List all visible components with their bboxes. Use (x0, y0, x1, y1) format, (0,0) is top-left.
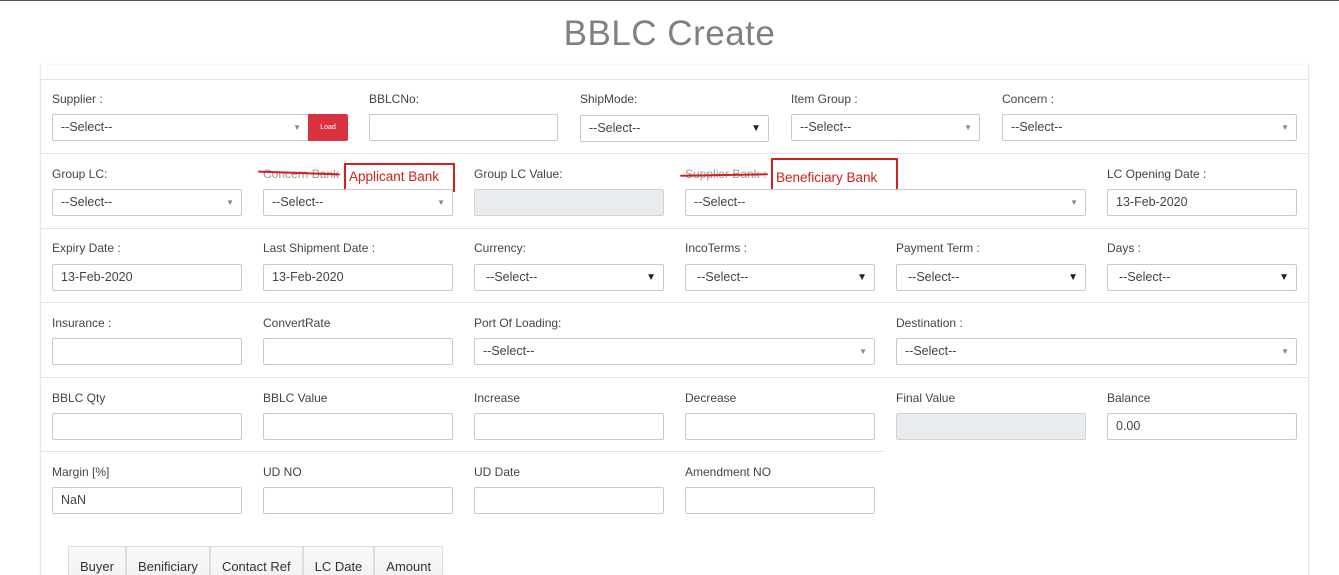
ud-no-input[interactable] (263, 487, 453, 514)
port-of-loading-label: Port Of Loading: (474, 316, 562, 330)
amendment-no-input[interactable] (685, 487, 875, 514)
column-header-amount[interactable]: Amount (374, 546, 444, 575)
dropdown-arrow-icon: ▼ (293, 123, 301, 132)
payment-term-label: Payment Term : (896, 241, 980, 255)
item-group-select[interactable]: --Select-- ▼ (791, 114, 980, 141)
bblc-no-label: BBLCNo: (369, 92, 420, 106)
balance-label: Balance (1107, 391, 1151, 405)
dropdown-arrow-icon: ▼ (857, 272, 867, 283)
concern-select[interactable]: --Select-- ▼ (1002, 114, 1297, 141)
amendment-no-label: Amendment NO (685, 465, 772, 479)
column-header-buyer[interactable]: Buyer (68, 546, 126, 575)
bblc-value-input[interactable] (263, 413, 453, 440)
decrease-input[interactable] (685, 413, 875, 440)
group-lc-label: Group LC: (52, 167, 108, 181)
destination-label: Destination : (896, 316, 963, 330)
column-header-contact-ref[interactable]: Contact Ref (209, 546, 303, 575)
load-button[interactable]: Load (308, 114, 348, 141)
dropdown-arrow-icon: ▼ (437, 198, 445, 207)
margin-label: Margin [%] (52, 465, 110, 479)
column-header-lc-date[interactable]: LC Date (302, 546, 375, 575)
group-lc-value-input[interactable] (474, 189, 664, 216)
item-group-label: Item Group : (791, 92, 858, 106)
incoterms-select[interactable]: --Select-- ▼ (685, 264, 875, 291)
annotation-applicant-bank: Applicant Bank (344, 163, 455, 192)
increase-label: Increase (474, 391, 521, 405)
divider (41, 377, 1308, 378)
margin-input[interactable]: NaN (52, 487, 242, 514)
dropdown-arrow-icon: ▼ (859, 347, 867, 356)
days-label: Days : (1107, 241, 1142, 255)
concern-label: Concern : (1002, 92, 1055, 106)
bblc-no-input[interactable] (369, 114, 558, 141)
lc-opening-date-label: LC Opening Date : (1107, 167, 1207, 181)
bblc-qty-label: BBLC Qty (52, 391, 106, 405)
dropdown-arrow-icon: ▼ (1068, 272, 1078, 283)
payment-term-select[interactable]: --Select-- ▼ (896, 264, 1086, 291)
increase-input[interactable] (474, 413, 664, 440)
ship-mode-select[interactable]: --Select-- ▼ (580, 115, 769, 142)
supplier-select[interactable]: --Select-- ▼ (52, 114, 309, 141)
dropdown-arrow-icon: ▼ (751, 123, 761, 134)
destination-select[interactable]: --Select-- ▼ (896, 338, 1297, 365)
group-lc-select[interactable]: --Select-- ▼ (52, 189, 242, 216)
divider (41, 153, 1308, 154)
bblc-qty-input[interactable] (52, 413, 242, 440)
dropdown-arrow-icon: ▼ (964, 123, 972, 132)
lc-opening-date-input[interactable]: 13-Feb-2020 (1107, 189, 1297, 216)
dropdown-arrow-icon: ▼ (1281, 123, 1289, 132)
supplier-bank-select[interactable]: --Select-- ▼ (685, 189, 1086, 216)
dropdown-arrow-icon: ▼ (1281, 347, 1289, 356)
dropdown-arrow-icon: ▼ (1070, 198, 1078, 207)
insurance-input[interactable] (52, 338, 242, 365)
final-value-label: Final Value (896, 391, 956, 405)
convert-rate-input[interactable] (263, 338, 453, 365)
final-value-input[interactable] (896, 413, 1086, 440)
ud-date-input[interactable] (474, 487, 664, 514)
days-select[interactable]: --Select-- ▼ (1107, 264, 1297, 291)
incoterms-label: IncoTerms : (685, 241, 748, 255)
divider (41, 228, 1308, 229)
currency-select[interactable]: --Select-- ▼ (474, 264, 664, 291)
divider (41, 451, 885, 452)
ud-no-label: UD NO (263, 465, 302, 479)
group-lc-value-label: Group LC Value: (474, 167, 563, 181)
column-header-benificiary[interactable]: Benificiary (125, 546, 210, 575)
divider (41, 79, 1308, 80)
dropdown-arrow-icon: ▼ (646, 272, 656, 283)
supplier-label: Supplier : (52, 92, 103, 106)
port-of-loading-select[interactable]: --Select-- ▼ (474, 338, 875, 365)
ud-date-label: UD Date (474, 465, 521, 479)
concern-bank-select[interactable]: --Select-- ▼ (263, 189, 453, 216)
page-title: BBLC Create (563, 14, 776, 53)
dropdown-arrow-icon: ▼ (226, 198, 234, 207)
last-shipment-date-input[interactable]: 13-Feb-2020 (263, 264, 453, 291)
expiry-date-input[interactable]: 13-Feb-2020 (52, 264, 242, 291)
ship-mode-label: ShipMode: (580, 92, 638, 106)
convert-rate-label: ConvertRate (263, 316, 331, 330)
expiry-date-label: Expiry Date : (52, 241, 121, 255)
insurance-label: Insurance : (52, 316, 112, 330)
bblc-detail-table-header: Buyer Benificiary Contact Ref LC Date Am… (68, 546, 444, 575)
bblc-value-label: BBLC Value (263, 391, 328, 405)
decrease-label: Decrease (685, 391, 737, 405)
last-shipment-date-label: Last Shipment Date : (263, 241, 376, 255)
currency-label: Currency: (474, 241, 527, 255)
window-top-border (0, 0, 1339, 1)
dropdown-arrow-icon: ▼ (1279, 272, 1289, 283)
divider (41, 302, 1308, 303)
balance-input[interactable]: 0.00 (1107, 413, 1297, 440)
